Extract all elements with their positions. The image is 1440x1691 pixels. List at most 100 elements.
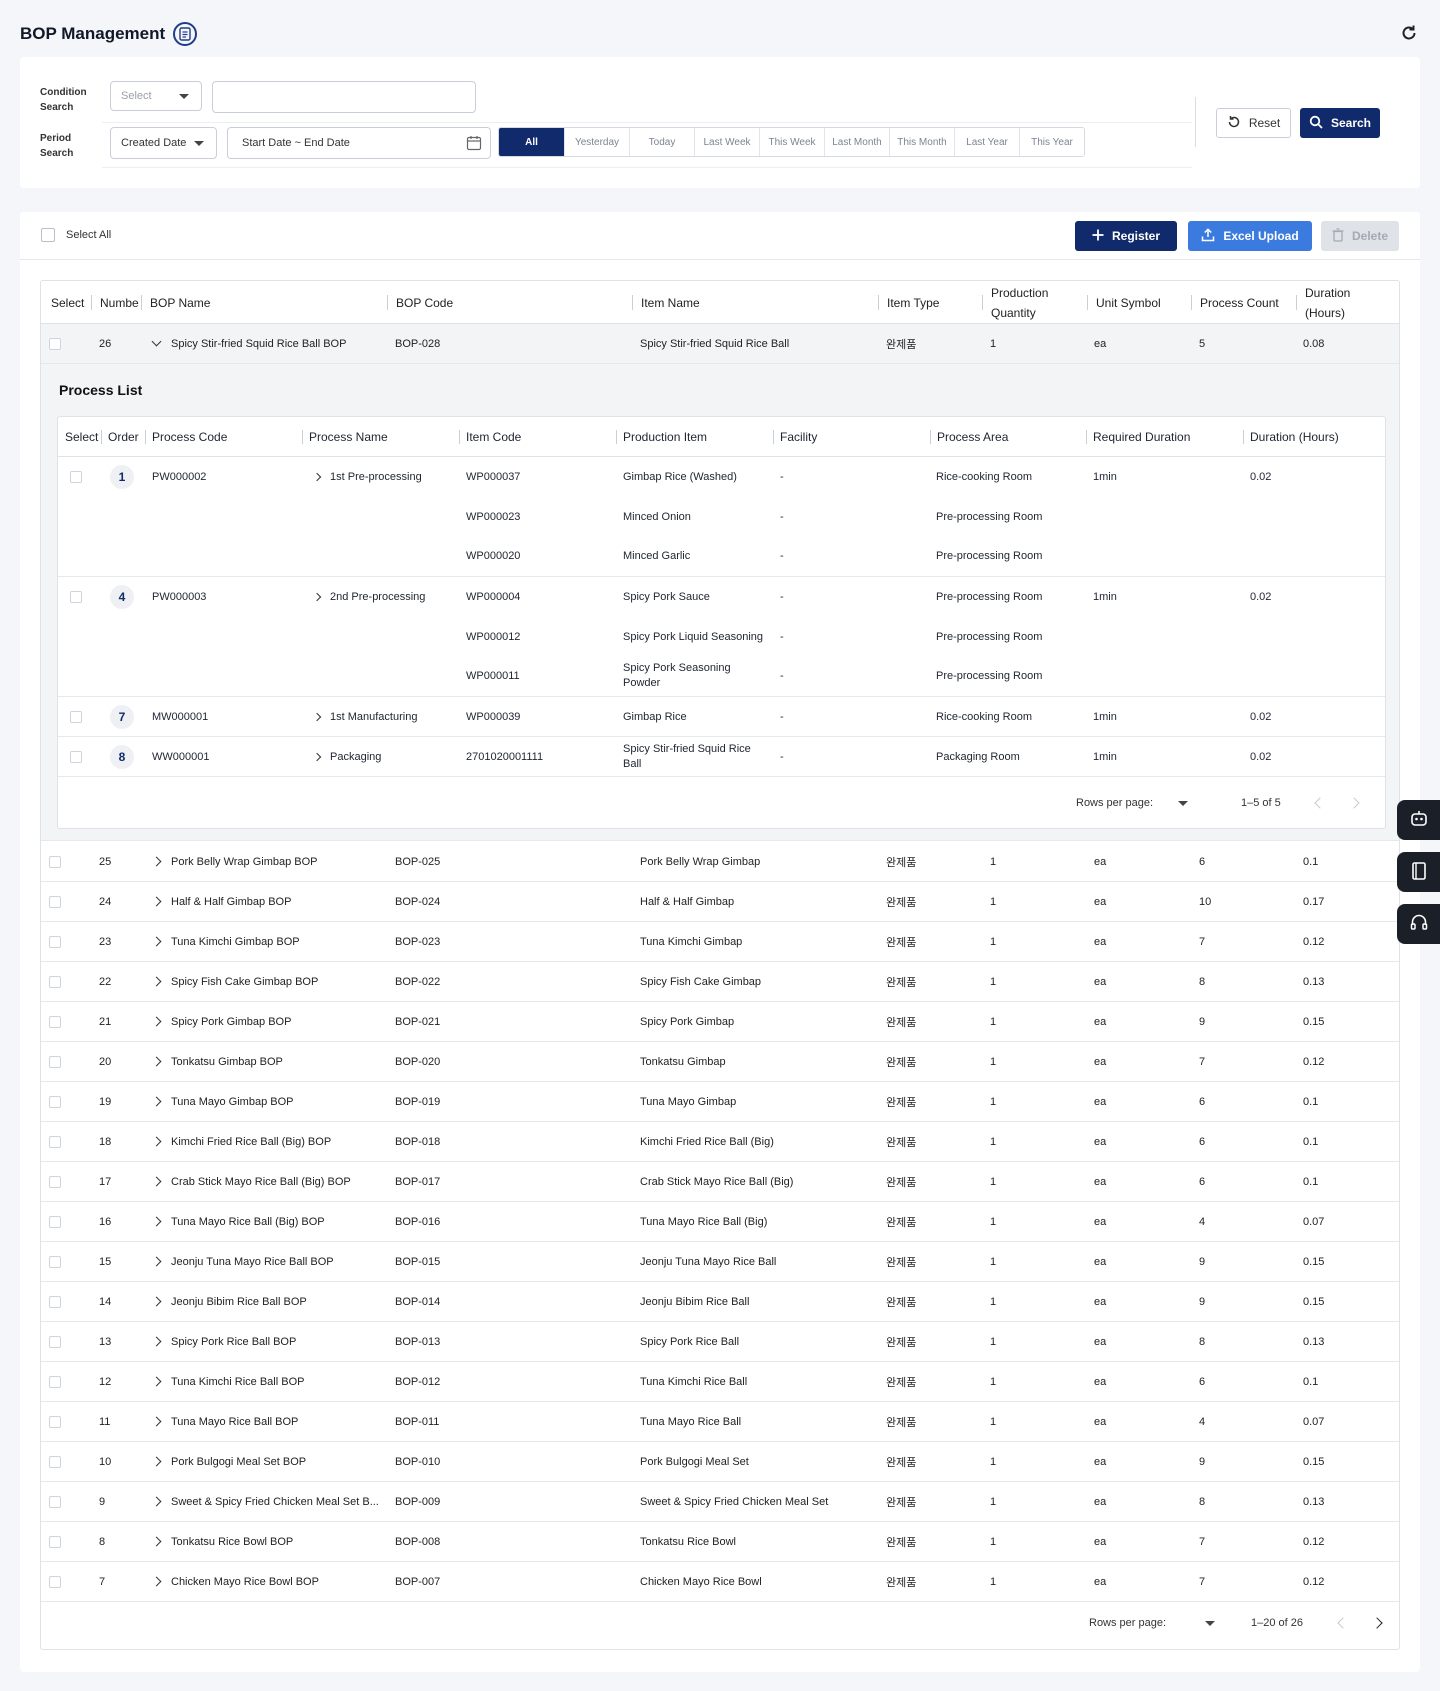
expand-toggle[interactable] [151,1202,162,1241]
table-row[interactable]: 11 Tuna Mayo Rice Ball BOP BOP-011 Tuna May… [41,1402,1399,1442]
date-range-input[interactable]: Start Date ~ End Date [227,127,491,159]
header-duration[interactable]: Duration (Hours) [1296,281,1385,324]
row-checkbox[interactable] [49,1535,61,1548]
table-row[interactable]: 23 Tuna Kimchi Gimbap BOP BOP-023 Tuna Kimc… [41,922,1399,962]
register-button[interactable]: Register [1075,221,1177,251]
expand-toggle[interactable] [151,1402,162,1441]
table-row[interactable]: 24 Half & Half Gimbap BOP BOP-024 Half & Ha… [41,882,1399,922]
row-checkbox[interactable] [49,1015,61,1028]
expand-toggle[interactable] [151,962,162,1001]
rows-per-page-select[interactable] [1205,1597,1215,1649]
row-checkbox[interactable] [49,1295,61,1308]
prev-page-button[interactable] [1337,1597,1349,1649]
header-process-count[interactable]: Process Count [1191,281,1279,324]
row-checkbox[interactable] [49,975,61,988]
expand-toggle[interactable] [312,737,322,777]
chatbot-button[interactable] [1397,800,1440,840]
support-button[interactable] [1397,904,1440,944]
process-row[interactable]: 4 PW000003 2nd Pre-processing WP000004 S… [58,577,1385,697]
header-bop-code[interactable]: BOP Code [386,281,453,324]
delete-button[interactable]: Delete [1321,221,1399,251]
collapse-toggle[interactable] [151,324,162,363]
table-row[interactable]: 8 Tonkatsu Rice Bowl BOP BOP-008 Tonkatsu R… [41,1522,1399,1562]
next-page-button[interactable] [1348,778,1360,828]
manual-button[interactable] [1397,852,1440,892]
expand-toggle[interactable] [151,842,162,881]
table-row[interactable]: 13 Spicy Pork Rice Ball BOP BOP-013 Spicy P… [41,1322,1399,1362]
period-last-month-button[interactable]: Last Month [824,128,889,156]
period-last-week-button[interactable]: Last Week [694,128,759,156]
expand-toggle[interactable] [312,697,322,737]
table-row[interactable]: 9 Sweet & Spicy Fried Chicken Meal Set B.… [41,1482,1399,1522]
expand-toggle[interactable] [151,1322,162,1361]
table-row[interactable]: 10 Pork Bulgogi Meal Set BOP BOP-010 Pork B… [41,1442,1399,1482]
prev-page-button[interactable] [1314,778,1326,828]
process-checkbox[interactable] [70,591,82,603]
process-checkbox[interactable] [70,711,82,723]
row-checkbox[interactable] [49,1215,61,1228]
expand-toggle[interactable] [151,882,162,921]
excel-upload-button[interactable]: Excel Upload [1188,221,1312,251]
expand-toggle[interactable] [151,1362,162,1401]
period-last-year-button[interactable]: Last Year [954,128,1019,156]
row-checkbox[interactable] [49,1495,61,1508]
row-checkbox[interactable] [49,1135,61,1148]
row-checkbox[interactable] [49,337,61,350]
expand-toggle[interactable] [312,577,322,617]
expand-toggle[interactable] [151,1482,162,1521]
expand-toggle[interactable] [151,1122,162,1161]
period-type-select[interactable]: Created Date [110,127,217,159]
expand-toggle[interactable] [151,1082,162,1121]
condition-select[interactable]: Select [110,81,202,111]
row-checkbox[interactable] [49,895,61,908]
table-row[interactable]: 22 Spicy Fish Cake Gimbap BOP BOP-022 Spicy… [41,962,1399,1002]
header-production-quantity[interactable]: Production Quantity [982,281,1081,324]
table-row[interactable]: 17 Crab Stick Mayo Rice Ball (Big) BOP BOP… [41,1162,1399,1202]
expand-toggle[interactable] [151,1242,162,1281]
table-row[interactable]: 18 Kimchi Fried Rice Ball (Big) BOP BOP-01… [41,1122,1399,1162]
process-row[interactable]: 1 PW000002 1st Pre-processing WP000037 G… [58,457,1385,577]
period-this-month-button[interactable]: This Month [889,128,954,156]
row-checkbox[interactable] [49,1335,61,1348]
expand-toggle[interactable] [151,1002,162,1041]
rows-per-page-select[interactable] [1178,778,1188,828]
refresh-icon[interactable] [1398,22,1420,44]
table-row[interactable]: 16 Tuna Mayo Rice Ball (Big) BOP BOP-016 Tu… [41,1202,1399,1242]
row-checkbox[interactable] [49,1255,61,1268]
expand-toggle[interactable] [151,1282,162,1321]
table-row[interactable]: 20 Tonkatsu Gimbap BOP BOP-020 Tonkatsu Gim… [41,1042,1399,1082]
table-row[interactable]: 19 Tuna Mayo Gimbap BOP BOP-019 Tuna Mayo G… [41,1082,1399,1122]
table-row[interactable]: 12 Tuna Kimchi Rice Ball BOP BOP-012 Tuna K… [41,1362,1399,1402]
process-checkbox[interactable] [70,751,82,763]
expand-toggle[interactable] [151,1522,162,1561]
header-item-name[interactable]: Item Name [632,281,700,324]
row-checkbox[interactable] [49,935,61,948]
select-all[interactable]: Select All [41,228,111,242]
reset-button[interactable]: Reset [1216,108,1291,138]
next-page-button[interactable] [1371,1597,1383,1649]
table-row-expanded[interactable]: 26 Spicy Stir-fried Squid Rice Ball BOP … [41,324,1399,364]
expand-toggle[interactable] [151,1562,162,1601]
condition-search-input[interactable] [212,81,476,113]
period-yesterday-button[interactable]: Yesterday [564,128,629,156]
expand-toggle[interactable] [151,1162,162,1201]
row-checkbox[interactable] [49,1095,61,1108]
row-checkbox[interactable] [49,855,61,868]
document-icon[interactable] [173,22,198,46]
expand-toggle[interactable] [151,1042,162,1081]
period-this-week-button[interactable]: This Week [759,128,824,156]
period-all-button[interactable]: All [499,128,564,156]
row-checkbox[interactable] [49,1055,61,1068]
period-this-year-button[interactable]: This Year [1019,128,1084,156]
calendar-icon[interactable] [466,135,482,154]
expand-toggle[interactable] [312,457,322,497]
table-row[interactable]: 21 Spicy Pork Gimbap BOP BOP-021 Spicy Pork… [41,1002,1399,1042]
table-row[interactable]: 15 Jeonju Tuna Mayo Rice Ball BOP BOP-015 J… [41,1242,1399,1282]
row-checkbox[interactable] [49,1415,61,1428]
header-unit-symbol[interactable]: Unit Symbol [1087,281,1161,324]
process-row[interactable]: 8 WW000001 Packaging 2701020001111 Spicy… [58,737,1385,777]
process-row[interactable]: 7 MW000001 1st Manufacturing WP000039 Gi… [58,697,1385,737]
expand-toggle[interactable] [151,922,162,961]
table-row[interactable]: 7 Chicken Mayo Rice Bowl BOP BOP-007 Chicke… [41,1562,1399,1602]
row-checkbox[interactable] [49,1575,61,1588]
